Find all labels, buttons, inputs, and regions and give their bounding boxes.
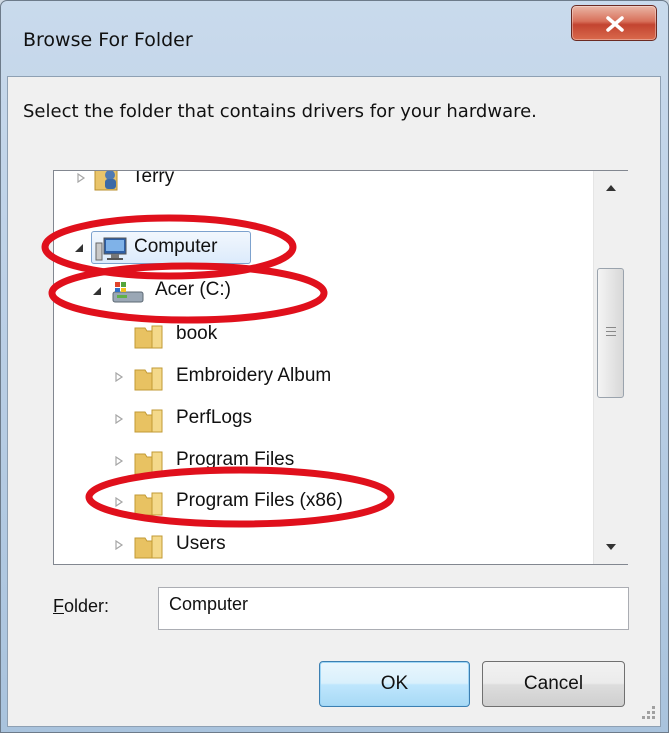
tree-item-acer-c[interactable]: Acer (C:) — [54, 272, 594, 310]
computer-icon — [95, 237, 127, 261]
scroll-up-arrow-icon — [606, 185, 616, 191]
tree-item-label: Acer (C:) — [155, 279, 231, 300]
folder-icon — [134, 367, 163, 391]
folder-icon — [134, 492, 163, 516]
close-button[interactable] — [571, 5, 657, 41]
instruction-text: Select the folder that contains drivers … — [23, 101, 537, 122]
tree-item-label: Embroidery Album — [176, 365, 332, 386]
window-title: Browse For Folder — [23, 29, 193, 51]
tree-item-computer[interactable]: Computer — [54, 229, 594, 267]
scroll-up-button[interactable] — [594, 171, 628, 205]
tree-item-program-files[interactable]: Program Files — [54, 442, 594, 480]
scroll-down-button[interactable] — [594, 530, 628, 564]
folder-label-accelerator: F — [53, 596, 64, 616]
expand-arrow-icon[interactable] — [114, 540, 124, 550]
folder-input[interactable]: Computer — [158, 587, 629, 630]
tree-item-perflogs[interactable]: PerfLogs — [54, 400, 594, 438]
tree-item-users[interactable]: Users — [54, 526, 594, 564]
tree-item-label: PerfLogs — [176, 407, 253, 428]
collapse-arrow-icon[interactable] — [92, 286, 102, 296]
collapse-arrow-icon[interactable] — [74, 243, 84, 253]
folder-icon — [134, 451, 163, 475]
expand-arrow-icon[interactable] — [114, 497, 124, 507]
expand-arrow-icon[interactable] — [76, 173, 86, 183]
folder-icon — [134, 535, 163, 559]
tree-item-label: Terry — [132, 170, 175, 187]
scroll-grip-icon — [606, 327, 616, 339]
ok-button[interactable]: OK — [319, 661, 470, 707]
title-bar[interactable]: Browse For Folder — [1, 1, 668, 77]
tree-item-book[interactable]: book — [54, 316, 594, 354]
folder-icon — [134, 325, 163, 349]
folder-label: Folder: — [53, 596, 109, 617]
scroll-down-arrow-icon — [606, 544, 616, 550]
user-folder-icon — [94, 171, 118, 191]
tree-item-label: Program Files (x86) — [176, 490, 343, 511]
tree-item-label: Computer — [134, 236, 218, 257]
tree-item-embroidery-album[interactable]: Embroidery Album — [54, 358, 594, 396]
close-icon — [606, 16, 624, 32]
resize-grip-icon[interactable] — [636, 702, 658, 724]
tree-item-program-files-x86[interactable]: Program Files (x86) — [54, 483, 594, 521]
drive-icon — [112, 282, 144, 303]
tree-item-terry[interactable]: Terry — [54, 170, 594, 197]
tree-item-label: Program Files — [176, 449, 295, 470]
expand-arrow-icon[interactable] — [114, 414, 124, 424]
tree-item-label: Users — [176, 533, 226, 554]
folder-label-text: older: — [64, 596, 110, 616]
tree-item-label: book — [176, 323, 218, 344]
cancel-button[interactable]: Cancel — [482, 661, 625, 707]
folder-icon — [134, 409, 163, 433]
scroll-thumb[interactable] — [597, 268, 624, 398]
tree-scrollbar[interactable] — [593, 171, 628, 564]
expand-arrow-icon[interactable] — [114, 372, 124, 382]
expand-arrow-icon[interactable] — [114, 456, 124, 466]
folder-tree[interactable]: Terry Computer Acer (C:) book Embroidery… — [53, 170, 628, 565]
